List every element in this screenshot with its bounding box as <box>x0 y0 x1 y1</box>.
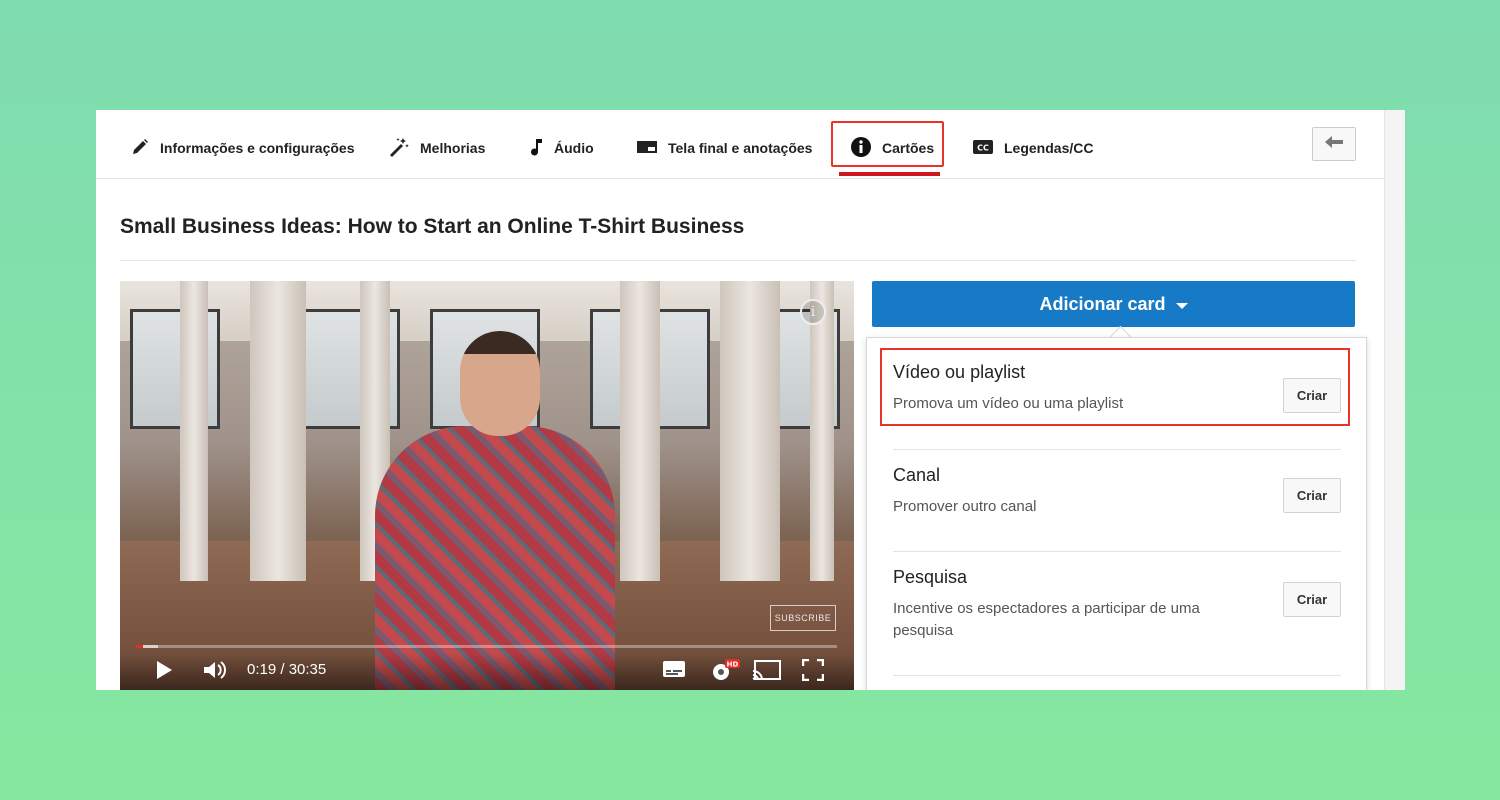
tab-label: Melhorias <box>420 140 486 156</box>
tab-end-screen[interactable]: Tela final e anotações <box>636 136 812 160</box>
settings-gear-icon[interactable]: HD <box>710 659 740 688</box>
divider <box>893 675 1341 676</box>
hd-badge: HD <box>727 661 739 669</box>
video-info-icon[interactable]: i <box>800 299 826 325</box>
option-description: Promover outro canal <box>893 498 1037 515</box>
add-card-button[interactable]: Adicionar card <box>872 281 1355 327</box>
progress-played <box>136 645 144 648</box>
divider <box>893 551 1341 552</box>
cc-icon: CC <box>972 139 994 158</box>
video-editor-panel: Informações e configurações Melhorias Áu… <box>96 110 1405 690</box>
music-note-icon <box>528 137 544 160</box>
video-player[interactable]: i SUBSCRIBE 0:19 / 30:35 HD <box>120 281 854 690</box>
tab-label: Tela final e anotações <box>668 140 813 156</box>
divider <box>120 260 1356 261</box>
back-button[interactable] <box>1312 127 1356 161</box>
option-name: Pesquisa <box>893 567 968 587</box>
scene-column <box>250 281 306 581</box>
tab-label: Áudio <box>554 140 594 156</box>
magic-wand-icon <box>388 137 410 160</box>
end-screen-icon <box>636 139 658 158</box>
option-description: Incentive os espectadores a participar d… <box>893 600 1200 639</box>
progress-bar[interactable] <box>136 645 837 648</box>
presenter-body <box>375 426 615 690</box>
option-name: Canal <box>893 465 941 485</box>
card-option-poll: Pesquisa Incentive os espectadores a par… <box>893 567 1341 642</box>
editor-tab-bar: Informações e configurações Melhorias Áu… <box>96 110 1385 179</box>
time-display: 0:19 / 30:35 <box>247 661 327 678</box>
subtitles-icon[interactable] <box>662 659 686 684</box>
chevron-down-icon <box>1175 302 1188 309</box>
svg-text:CC: CC <box>977 143 989 152</box>
arrow-left-icon <box>1324 135 1344 154</box>
active-tab-underline <box>839 172 940 176</box>
create-channel-card-button[interactable]: Criar <box>1283 478 1341 513</box>
fullscreen-icon[interactable] <box>801 658 825 686</box>
divider <box>893 449 1341 450</box>
scrollbar[interactable] <box>1384 110 1405 690</box>
scene-column <box>620 281 660 581</box>
play-icon[interactable] <box>154 659 174 686</box>
tab-enhancements[interactable]: Melhorias <box>388 136 485 160</box>
player-controls: 0:19 / 30:35 HD <box>120 653 854 690</box>
tab-info-settings[interactable]: Informações e configurações <box>130 136 355 160</box>
presenter-head <box>460 331 540 436</box>
scene-column <box>180 281 208 581</box>
card-option-channel: Canal Promover outro canal Criar <box>893 465 1341 518</box>
subscribe-watermark[interactable]: SUBSCRIBE <box>770 605 836 631</box>
cast-icon[interactable] <box>752 659 782 686</box>
active-tab-highlight-box <box>831 121 944 167</box>
scene-column <box>810 281 834 581</box>
add-card-label: Adicionar card <box>1039 293 1166 314</box>
create-poll-card-button[interactable]: Criar <box>1283 582 1341 617</box>
option-highlight-box <box>880 348 1350 426</box>
tab-label: Informações e configurações <box>160 140 355 156</box>
scene-column <box>720 281 780 581</box>
tab-subtitles[interactable]: CC Legendas/CC <box>972 136 1093 160</box>
tab-audio[interactable]: Áudio <box>528 136 594 160</box>
tab-label: Legendas/CC <box>1004 140 1094 156</box>
volume-icon[interactable] <box>202 659 228 686</box>
video-title: Small Business Ideas: How to Start an On… <box>120 215 745 238</box>
pencil-icon <box>130 137 150 160</box>
